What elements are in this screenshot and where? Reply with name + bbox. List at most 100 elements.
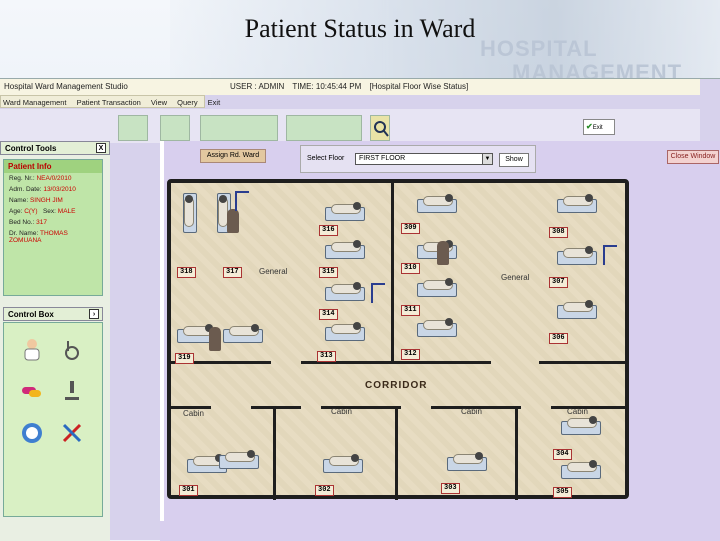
bed-label-315[interactable]: 315 (319, 267, 338, 278)
nurse-icon (209, 327, 221, 351)
bed-label-314[interactable]: 314 (319, 309, 338, 320)
nurse-icon (227, 209, 239, 233)
menu-bar: Ward Management Patient Transaction View… (0, 95, 220, 108)
wall (391, 183, 394, 363)
menu-view[interactable]: View (151, 98, 167, 107)
bed-313[interactable] (323, 321, 367, 343)
control-tools-header: Control Tools X (0, 141, 110, 155)
patient-name-row: Name: SINGH JIM (9, 197, 63, 204)
bed-312[interactable] (415, 317, 459, 339)
control-box-arrow[interactable]: › (89, 309, 99, 319)
slide-title: Patient Status in Ward (244, 14, 476, 43)
wall (273, 406, 276, 500)
exit-toolbar-button[interactable]: ✔Exit (583, 119, 615, 135)
bed-label-308[interactable]: 308 (549, 227, 568, 238)
bed-view-button[interactable] (286, 115, 362, 141)
pills-icon[interactable] (20, 379, 44, 403)
show-button[interactable]: Show (499, 153, 529, 167)
bed-302[interactable] (321, 453, 365, 475)
iv-stand-icon (235, 191, 249, 211)
floor-toolbar: Assign Rd. Ward Select Floor FIRST FLOOR… (164, 143, 720, 173)
report-list-button[interactable] (160, 115, 190, 141)
chevron-down-icon[interactable]: ▼ (482, 154, 492, 164)
wall (251, 406, 301, 409)
wall (515, 406, 518, 500)
bed-label-301[interactable]: 301 (179, 485, 198, 496)
medical-badge-icon[interactable] (20, 421, 44, 445)
bed-301b[interactable] (217, 449, 261, 471)
menu-exit[interactable]: Exit (208, 98, 221, 107)
patient-info-tab[interactable]: Patient Info (4, 160, 102, 173)
user-label: USER : ADMIN (230, 82, 285, 91)
wheelchair-icon[interactable] (60, 337, 84, 361)
report-chart-button[interactable] (118, 115, 148, 141)
bed-305[interactable] (559, 459, 603, 481)
bed-label-316[interactable]: 316 (319, 225, 338, 236)
menu-query[interactable]: Query (177, 98, 197, 107)
tools-icon[interactable] (60, 421, 84, 445)
select-floor-group: Select Floor FIRST FLOOR ▼ Show (300, 145, 536, 173)
close-panel-button[interactable]: X (96, 143, 106, 153)
close-window-button[interactable]: Close Window (667, 150, 719, 164)
patient-reg-row: Reg. Nr.: NEA/0/2010 (9, 175, 72, 182)
bed-label-307[interactable]: 307 (549, 277, 568, 288)
bed-309[interactable] (415, 193, 459, 215)
bed-label-319[interactable]: 319 (175, 353, 194, 364)
search-button[interactable] (370, 115, 390, 141)
ward-view-button[interactable] (200, 115, 278, 141)
wall (395, 406, 398, 500)
room-label-general-right: General (501, 273, 530, 282)
bed-label-312[interactable]: 312 (401, 349, 420, 360)
assign-ward-button[interactable]: Assign Rd. Ward (200, 149, 266, 163)
menu-ward-management[interactable]: Ward Management (3, 98, 67, 107)
bed-label-309[interactable]: 309 (401, 223, 420, 234)
select-floor-label: Select Floor (307, 155, 345, 162)
bed-label-306[interactable]: 306 (549, 333, 568, 344)
bed-315[interactable] (323, 239, 367, 261)
bed-308[interactable] (555, 193, 599, 215)
room-label-cabin-3: Cabin (461, 407, 482, 416)
room-label-cabin-2: Cabin (331, 407, 352, 416)
bed-label-305[interactable]: 305 (553, 487, 572, 498)
control-tools-label: Control Tools (5, 144, 57, 153)
nurse-icon (437, 241, 449, 265)
bed-319b[interactable] (221, 323, 265, 345)
floor-select-value: FIRST FLOOR (359, 155, 406, 162)
bed-label-313[interactable]: 313 (317, 351, 336, 362)
patient-bed-row: Bed No.: 317 (9, 219, 47, 226)
control-box-header: Control Box › (3, 307, 103, 321)
microscope-icon[interactable] (60, 379, 84, 403)
bed-306[interactable] (555, 299, 599, 321)
bed-311[interactable] (415, 277, 459, 299)
patient-info-panel: Patient Info Reg. Nr.: NEA/0/2010 Adm. D… (3, 159, 103, 296)
bed-316[interactable] (323, 201, 367, 223)
bed-label-311[interactable]: 311 (401, 305, 420, 316)
app-title: Hospital Ward Management Studio (4, 82, 128, 91)
room-label-cabin-1: Cabin (183, 409, 204, 418)
floor-select[interactable]: FIRST FLOOR ▼ (355, 153, 493, 165)
bed-304[interactable] (559, 415, 603, 437)
menu-patient-transaction[interactable]: Patient Transaction (77, 98, 141, 107)
bed-307[interactable] (555, 245, 599, 267)
bed-label-317[interactable]: 317 (223, 267, 242, 278)
bed-314[interactable] (323, 281, 367, 303)
wall (551, 406, 625, 409)
room-label-general-left: General (259, 267, 288, 276)
bed-label-310[interactable]: 310 (401, 263, 420, 274)
iv-stand-icon (603, 245, 617, 265)
doctor-icon[interactable] (20, 337, 44, 361)
time-label: TIME: 10:45:44 PM (292, 82, 362, 91)
bed-label-318[interactable]: 318 (177, 267, 196, 278)
patient-age-sex-row: Age: C(Y) Sex: MALE (9, 208, 76, 215)
corridor-label: CORRIDOR (365, 380, 428, 391)
exit-label: Exit (592, 125, 603, 131)
bed-318[interactable] (181, 191, 203, 235)
iv-stand-icon (371, 283, 385, 303)
bed-303[interactable] (445, 451, 489, 473)
bed-label-302[interactable]: 302 (315, 485, 334, 496)
view-label: [Hospital Floor Wise Status] (369, 82, 469, 91)
bed-label-303[interactable]: 303 (441, 483, 460, 494)
toolbar: ✔Exit (0, 109, 700, 171)
patient-doctor-row: Dr. Name: THOMAS ZOMUANA (9, 230, 68, 244)
control-box-label: Control Box (8, 310, 54, 319)
